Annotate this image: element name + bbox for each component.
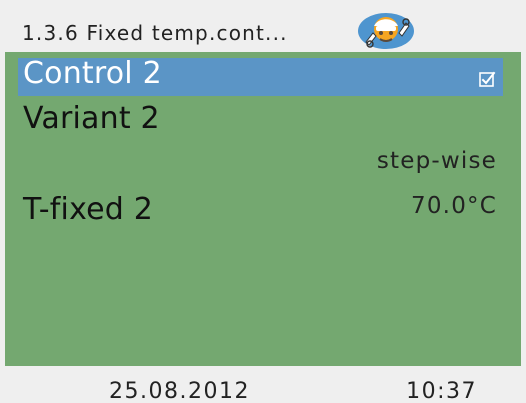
variant-2-value: step-wise (376, 148, 497, 174)
t-fixed-2-value: 70.0°C (411, 193, 497, 219)
service-technician-icon (358, 13, 414, 49)
header: 1.3.6 Fixed temp.cont... (0, 0, 526, 52)
page-title: 1.3.6 Fixed temp.cont... (22, 21, 288, 45)
footer: 25.08.2012 10:37 (0, 366, 526, 403)
t-fixed-2-label[interactable]: T-fixed 2 (23, 192, 153, 227)
controller-screen: 1.3.6 Fixed temp.cont... Control 2 Varia… (0, 0, 526, 403)
control-2-label: Control 2 (23, 56, 162, 91)
date-display: 25.08.2012 (109, 379, 250, 403)
checked-checkbox-icon[interactable] (478, 69, 497, 88)
time-display: 10:37 (406, 379, 477, 403)
variant-2-label[interactable]: Variant 2 (23, 101, 160, 136)
